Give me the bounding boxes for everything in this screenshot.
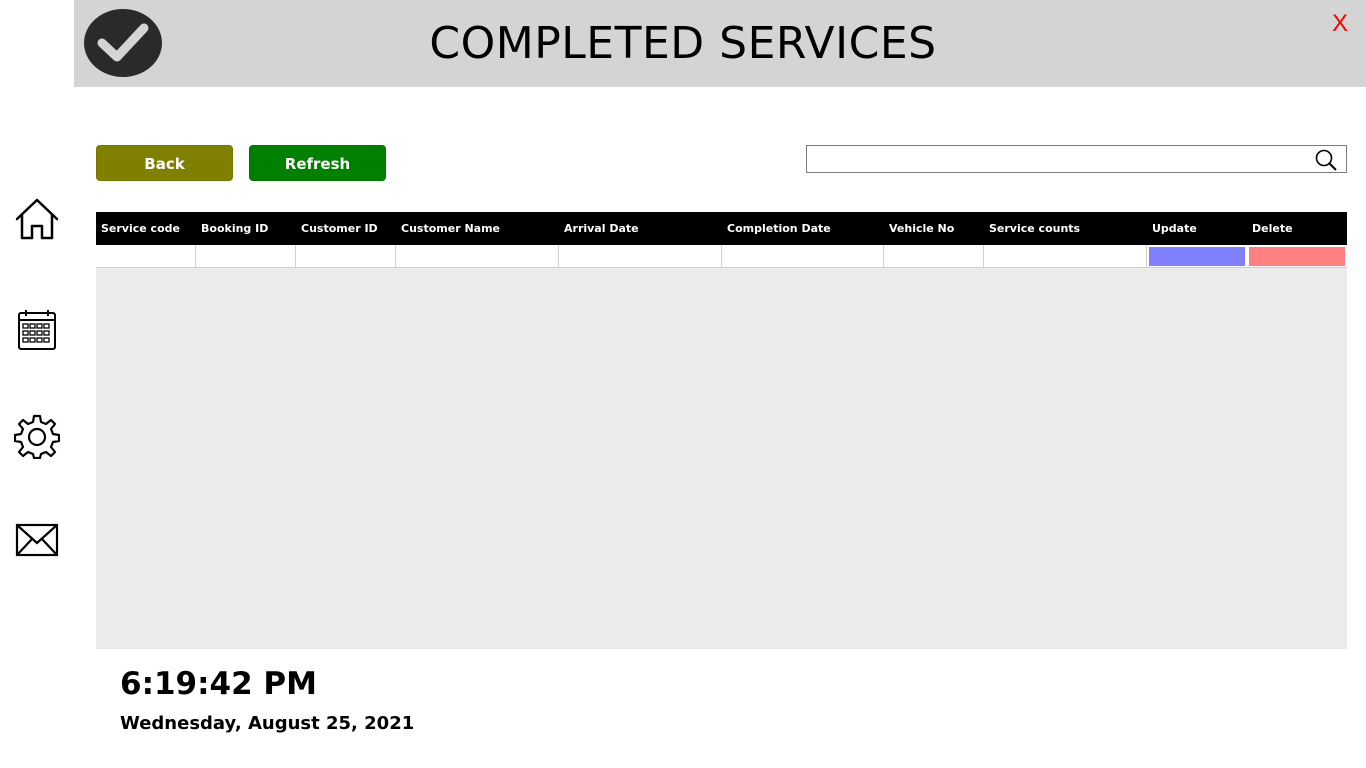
grid-header: Service code Booking ID Customer ID Cust… [96, 212, 1347, 245]
column-header[interactable]: Service counts [984, 212, 1147, 245]
close-button[interactable]: X [1332, 10, 1348, 38]
table-cell[interactable] [722, 245, 884, 267]
back-button[interactable]: Back [96, 145, 233, 181]
column-header[interactable]: Delete [1247, 212, 1347, 245]
search-input[interactable] [811, 147, 1315, 173]
column-header[interactable]: Customer ID [296, 212, 396, 245]
table-cell[interactable] [396, 245, 559, 267]
column-header[interactable]: Booking ID [196, 212, 296, 245]
services-grid[interactable]: Service code Booking ID Customer ID Cust… [96, 212, 1347, 649]
table-cell[interactable] [96, 245, 196, 267]
table-row[interactable] [96, 245, 1347, 268]
home-icon[interactable] [14, 196, 60, 242]
mail-icon[interactable] [14, 518, 60, 564]
table-cell[interactable] [884, 245, 984, 267]
table-cell[interactable] [559, 245, 722, 267]
calendar-icon[interactable] [14, 307, 60, 353]
table-cell[interactable] [984, 245, 1147, 267]
table-cell[interactable] [196, 245, 296, 267]
table-cell[interactable] [296, 245, 396, 267]
refresh-button[interactable]: Refresh [249, 145, 386, 181]
column-header[interactable]: Service code [96, 212, 196, 245]
page-title: COMPLETED SERVICES [429, 18, 937, 69]
search-box [806, 145, 1347, 173]
column-header[interactable]: Completion Date [722, 212, 884, 245]
column-header[interactable]: Update [1147, 212, 1247, 245]
column-header[interactable]: Customer Name [396, 212, 559, 245]
delete-button[interactable] [1249, 247, 1345, 266]
update-button[interactable] [1149, 247, 1245, 266]
clock-time: 6:19:42 PM [120, 666, 318, 702]
column-header[interactable]: Arrival Date [559, 212, 722, 245]
search-icon[interactable] [1314, 148, 1338, 172]
column-header[interactable]: Vehicle No [884, 212, 984, 245]
gear-icon[interactable] [13, 413, 61, 460]
clock-date: Wednesday, August 25, 2021 [120, 713, 415, 734]
